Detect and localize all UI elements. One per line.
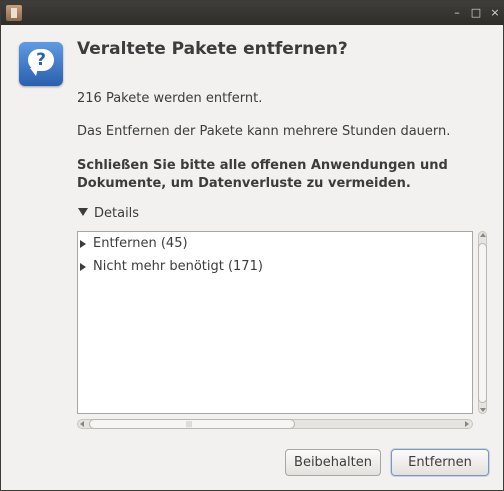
package-tree[interactable]: Entfernen (45) Nicht mehr benötigt (171) <box>77 231 473 414</box>
warning-text-line2: Dokumente, um Datenverluste zu vermeiden… <box>77 176 411 191</box>
tree-row-label: Nicht mehr benötigt (171) <box>93 259 263 274</box>
expand-arrow-icon[interactable] <box>80 240 86 248</box>
horizontal-scroll-thumb[interactable]: ||| <box>89 419 295 429</box>
remove-button[interactable]: Entfernen <box>391 449 489 476</box>
tree-row-label: Entfernen (45) <box>93 236 188 251</box>
details-expander[interactable]: Details <box>78 206 139 221</box>
dialog-title: Veraltete Pakete entfernen? <box>77 39 348 59</box>
expand-arrow-icon[interactable] <box>80 263 86 271</box>
grip-icon: ||| <box>186 421 193 428</box>
warning-text-line1: Schließen Sie bitte alle offenen Anwendu… <box>77 158 448 173</box>
scroll-up-icon[interactable] <box>480 233 486 237</box>
vertical-scrollbar[interactable] <box>476 231 489 414</box>
vertical-scroll-thumb[interactable] <box>478 243 487 403</box>
horizontal-scrollbar[interactable]: ||| <box>77 418 473 430</box>
package-count-text: 216 Pakete werden entfernt. <box>77 91 263 106</box>
scroll-right-icon[interactable] <box>465 421 469 427</box>
expander-down-icon <box>78 208 88 216</box>
scroll-left-icon[interactable] <box>80 421 84 427</box>
scroll-down-icon[interactable] <box>480 408 486 412</box>
question-icon: ? <box>19 42 63 86</box>
dialog-window: – □ × ? Veraltete Pakete entfernen? 216 … <box>0 0 504 491</box>
title-bar: – □ × <box>1 1 504 25</box>
keep-button[interactable]: Beibehalten <box>285 449 381 476</box>
app-icon <box>6 5 22 21</box>
close-button[interactable]: × <box>486 4 504 22</box>
minimize-button[interactable]: – <box>448 4 466 22</box>
details-label: Details <box>94 206 140 221</box>
maximize-button[interactable]: □ <box>467 4 485 22</box>
duration-text: Das Entfernen der Pakete kann mehrere St… <box>77 124 451 139</box>
